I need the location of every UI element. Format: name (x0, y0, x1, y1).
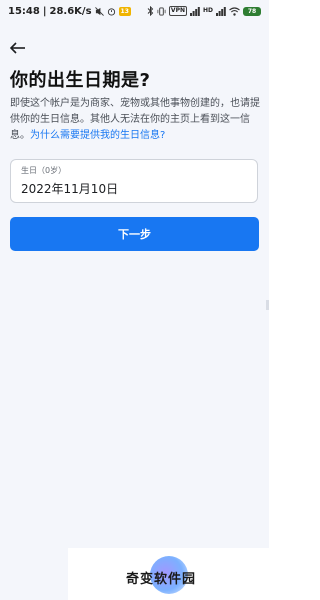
birthday-field-value: 2022年11月10日 (21, 182, 119, 196)
network-type-label: HD (202, 7, 213, 14)
status-left: 15:48 | 28.6K/s 13 (8, 6, 131, 17)
arrow-left-icon (10, 42, 25, 54)
status-bar: 15:48 | 28.6K/s 13 VPN HD 78 (0, 0, 269, 22)
status-time: 15:48 (8, 5, 40, 17)
vibrate-icon (157, 6, 166, 16)
status-divider: | (42, 5, 47, 17)
signal-icon (189, 6, 200, 16)
back-button[interactable] (8, 40, 28, 56)
network-speed: 28.6K/s (49, 5, 92, 17)
wifi-icon (229, 6, 240, 16)
watermark-text: 奇变软件园 (126, 572, 197, 587)
alarm-icon (107, 7, 116, 16)
watermark: 奇变软件园 (68, 548, 269, 600)
next-button-label: 下一步 (118, 228, 151, 241)
birthday-field[interactable]: 生日（0岁） 2022年11月10日 (10, 159, 258, 203)
status-right: VPN HD 78 (147, 6, 261, 16)
why-birthday-link[interactable]: 为什么需要提供我的生日信息? (30, 130, 165, 141)
bluetooth-icon (147, 6, 154, 16)
notification-badge: 13 (118, 6, 131, 16)
mute-icon (94, 6, 104, 16)
vpn-indicator: VPN (168, 6, 187, 16)
scroll-edge (266, 300, 269, 310)
description: 即使这个帐户是为商家、宠物或其他事物创建的，也请提供你的生日信息。其他人无法在你… (10, 96, 262, 144)
page-title: 你的出生日期是? (10, 70, 151, 91)
screen: 15:48 | 28.6K/s 13 VPN HD 78 你的出生日期是? 即使… (0, 0, 269, 600)
next-button[interactable]: 下一步 (10, 217, 259, 251)
battery-level: 78 (247, 7, 257, 15)
battery-icon: 78 (243, 6, 261, 16)
birthday-field-label: 生日（0岁） (21, 166, 67, 175)
signal-icon-2 (216, 6, 226, 16)
